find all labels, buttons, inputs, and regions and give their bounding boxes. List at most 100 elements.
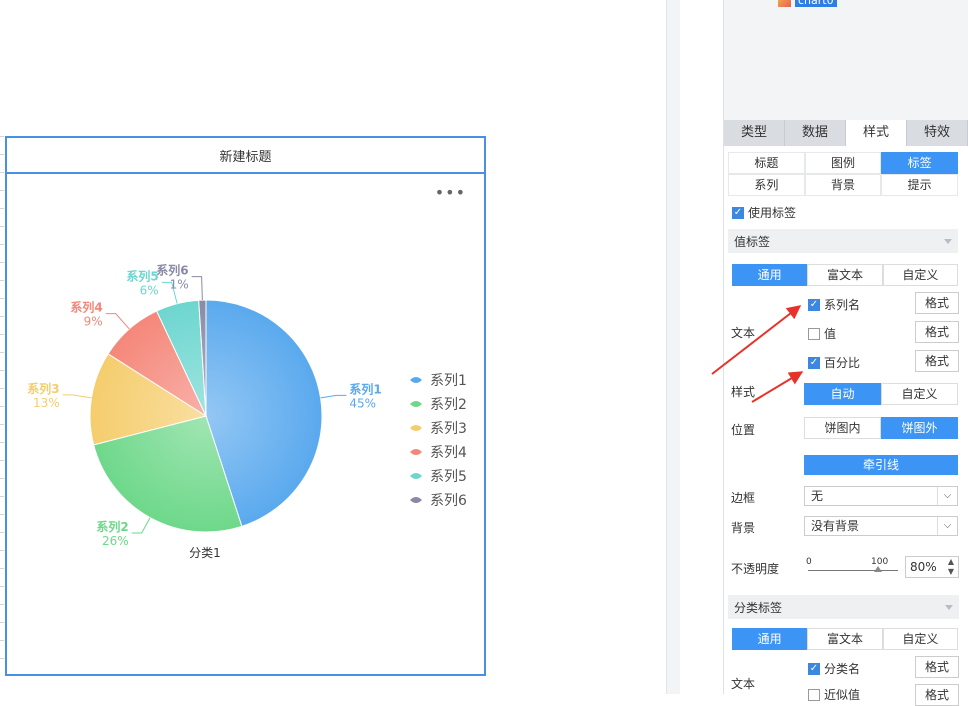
- approx-value-format-button[interactable]: 格式: [915, 684, 959, 706]
- slice-series-label: 系列3: [27, 381, 59, 396]
- category-text-label: 文本: [731, 677, 756, 691]
- category-name-format-button[interactable]: 格式: [915, 656, 959, 678]
- border-select[interactable]: 无 ⌵: [804, 486, 958, 506]
- series-name-checkbox[interactable]: ✓: [808, 298, 820, 311]
- leader-line-button[interactable]: 牵引线: [804, 455, 958, 475]
- slice-series-label: 系列6: [156, 263, 188, 278]
- position-label: 位置: [731, 423, 756, 437]
- slice-percent-label: 45%: [349, 396, 376, 410]
- value-text: 值: [824, 327, 837, 341]
- legend-item-5: 系列5: [430, 469, 467, 485]
- legend-item-3: 系列3: [430, 421, 467, 437]
- panel-gutter: [680, 0, 723, 694]
- tab-type[interactable]: 类型: [724, 120, 785, 146]
- pie-chart: 系列145%系列226%系列313%系列49%系列56%系列61%分类1系列1系…: [27, 263, 467, 560]
- position-outside-option[interactable]: 饼图外: [881, 417, 958, 439]
- border-label: 边框: [731, 491, 756, 505]
- percent-format-button[interactable]: 格式: [915, 350, 959, 372]
- percent-row[interactable]: ✓ 百分比: [808, 354, 860, 371]
- spin-down-icon[interactable]: ▼: [944, 567, 958, 577]
- approx-value-text: 近似值: [824, 688, 861, 702]
- category-tab-richtext[interactable]: 富文本: [807, 628, 883, 650]
- subtab-series[interactable]: 系列: [728, 174, 805, 196]
- design-canvas: 新建标题 ••• 系列1 45% 系列2 26% 系列3 13% 系列4 9% 系列5 6% 系列6…: [0, 0, 666, 694]
- tab-style[interactable]: 样式: [846, 120, 907, 146]
- value-label-section[interactable]: 值标签: [728, 229, 958, 253]
- series-name-row[interactable]: ✓ 系列名: [808, 296, 860, 313]
- slice-percent-label: 1%: [170, 278, 189, 292]
- category-tab-custom[interactable]: 自定义: [882, 628, 958, 650]
- chevron-down-icon[interactable]: ⌵: [937, 517, 957, 535]
- use-label-row[interactable]: ✓ 使用标签: [732, 204, 968, 221]
- slice-percent-label: 9%: [84, 315, 103, 329]
- style-custom-option[interactable]: 自定义: [881, 383, 958, 405]
- legend-swatch-6: [410, 497, 422, 503]
- leader-line-4: [105, 313, 130, 330]
- main-tabs: 类型 数据 样式 特效: [724, 120, 968, 146]
- legend-item-6: 系列6: [430, 493, 467, 509]
- category-tab-general[interactable]: 通用: [732, 628, 808, 650]
- category-label-header: 分类标签: [734, 600, 783, 615]
- legend-item-2: 系列2: [430, 397, 467, 413]
- subtab-title[interactable]: 标题: [728, 152, 805, 174]
- tab-effects[interactable]: 特效: [907, 120, 968, 146]
- style-auto-option[interactable]: 自动: [804, 383, 881, 405]
- background-label: 背景: [731, 521, 756, 535]
- background-select[interactable]: 没有背景 ⌵: [804, 516, 958, 536]
- subtab-legend[interactable]: 图例: [804, 152, 882, 174]
- collapse-caret-icon[interactable]: [944, 238, 952, 244]
- value-format-button[interactable]: 格式: [915, 321, 959, 343]
- chevron-down-icon[interactable]: ⌵: [937, 487, 957, 505]
- tree-item-label: chart0: [795, 0, 837, 7]
- legend-swatch-1: [410, 377, 422, 383]
- legend-swatch-4: [410, 449, 422, 455]
- opacity-label: 不透明度: [731, 562, 780, 576]
- tree-item-chart0[interactable]: chart0: [778, 0, 837, 7]
- tab-data[interactable]: 数据: [785, 120, 846, 146]
- slice-series-label: 系列2: [96, 519, 128, 534]
- opacity-slider-thumb[interactable]: [874, 566, 882, 572]
- chart-icon: [778, 0, 791, 7]
- series-name-format-button[interactable]: 格式: [915, 292, 959, 314]
- style-options: 自动 自定义: [804, 383, 958, 405]
- value-label-tab-richtext[interactable]: 富文本: [807, 264, 883, 286]
- position-options: 饼图内 饼图外: [804, 417, 958, 439]
- leader-line-6: [191, 276, 203, 301]
- collapse-caret-icon[interactable]: [945, 604, 953, 610]
- value-label-tab-custom[interactable]: 自定义: [882, 264, 958, 286]
- slice-series-label: 系列5: [126, 268, 158, 283]
- subtab-background[interactable]: 背景: [804, 174, 882, 196]
- value-label-tab-general[interactable]: 通用: [732, 264, 808, 286]
- category-label-section[interactable]: 分类标签: [728, 595, 959, 619]
- subtab-label[interactable]: 标签: [881, 152, 958, 174]
- approx-value-checkbox[interactable]: [808, 688, 820, 701]
- value-row[interactable]: 值: [808, 325, 836, 342]
- leader-line-1: [320, 394, 347, 399]
- properties-panel: chart0 类型 数据 样式 特效 标题 图例 标签 系列 背景 提示 ✓ 使…: [723, 0, 968, 706]
- category-name-row[interactable]: ✓ 分类名: [808, 660, 860, 677]
- slice-percent-label: 6%: [140, 283, 159, 297]
- percent-text: 百分比: [824, 356, 861, 370]
- use-label-checkbox[interactable]: ✓: [732, 206, 744, 219]
- approx-value-row[interactable]: 近似值: [808, 686, 860, 703]
- slider-min-label: 0: [806, 557, 812, 567]
- spin-up-icon[interactable]: ▲: [944, 557, 958, 567]
- category-name-checkbox[interactable]: ✓: [808, 662, 820, 675]
- value-checkbox[interactable]: [808, 327, 820, 340]
- legend-swatch-2: [410, 401, 422, 407]
- style-sub-tabs: 标题 图例 标签 系列 背景 提示: [728, 152, 958, 196]
- opacity-slider-track[interactable]: [808, 570, 898, 571]
- position-inside-option[interactable]: 饼图内: [804, 417, 881, 439]
- text-label: 文本: [731, 326, 756, 340]
- series-name-text: 系列名: [824, 298, 861, 312]
- canvas-scrollbar[interactable]: [666, 0, 680, 694]
- background-select-value: 没有背景: [811, 519, 860, 533]
- slice-series-label: 系列4: [70, 300, 102, 315]
- component-tree: chart0: [724, 0, 968, 120]
- slice-percent-label: 26%: [102, 534, 129, 548]
- leader-line-2: [131, 517, 151, 534]
- style-label: 样式: [731, 385, 756, 399]
- percent-checkbox[interactable]: ✓: [808, 356, 820, 369]
- slice-percent-label: 13%: [33, 396, 60, 410]
- subtab-tooltip[interactable]: 提示: [881, 174, 958, 196]
